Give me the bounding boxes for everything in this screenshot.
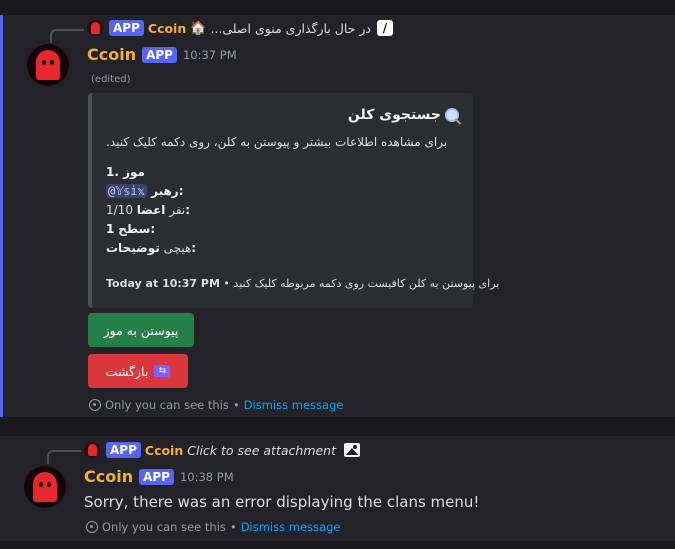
- avatar[interactable]: [27, 44, 69, 86]
- ephemeral-text: Only you can see this: [105, 398, 229, 412]
- eye-icon: [89, 399, 101, 411]
- dismiss-link[interactable]: Dismiss message: [244, 398, 344, 412]
- ephemeral-text: Only you can see this: [102, 520, 226, 534]
- embed-footer-text: برای پیوستن به کلن کافیست روی دکمه مربوط…: [233, 277, 500, 290]
- level-value: 1: [106, 222, 115, 236]
- message-header: Ccoin APP 10:38 PM: [84, 467, 234, 486]
- leader-row: @𝕐𝕤𝕚𝕩 رهبر:: [106, 182, 459, 201]
- ghost-icon: [90, 22, 100, 34]
- reply-text[interactable]: Click to see attachment: [187, 443, 336, 458]
- embed-title: جستجوی کلن: [106, 107, 459, 123]
- footer-separator: •: [223, 277, 234, 290]
- author-name[interactable]: Ccoin: [84, 467, 133, 486]
- avatar[interactable]: [24, 466, 66, 508]
- description-row: هیچی توضیحات:: [106, 239, 459, 258]
- message-body: Sorry, there was an error displaying the…: [84, 493, 480, 511]
- eye-icon: [86, 521, 98, 533]
- house-icon: 🏠: [190, 20, 207, 36]
- description-value: هیچی: [163, 241, 192, 255]
- ghost-icon: [33, 472, 57, 502]
- reply-username[interactable]: Ccoin: [145, 443, 183, 458]
- dismiss-link[interactable]: Dismiss message: [241, 520, 341, 534]
- back-button[interactable]: بازگشت ⇆: [88, 354, 188, 388]
- separator: •: [232, 398, 240, 412]
- message-2: APP Ccoin Click to see attachment Ccoin …: [0, 436, 675, 541]
- ghost-icon: [36, 50, 60, 80]
- embed-fields: 1. موز @𝕐𝕤𝕚𝕩 رهبر: 1/10 نفر اعضا: 1 سطح:…: [106, 163, 459, 258]
- join-clan-button[interactable]: پیوستن به موز: [88, 313, 194, 347]
- embed-description: برای مشاهده اطلاعات بیشتر و پیوستن به کل…: [106, 135, 448, 149]
- clan-name-row: 1. موز: [106, 163, 459, 182]
- slash-command-icon: /: [376, 20, 393, 36]
- reply-connector: [50, 29, 84, 43]
- back-label: بازگشت: [105, 363, 149, 379]
- back-arrows-icon: ⇆: [154, 365, 171, 377]
- level-row: 1 سطح:: [106, 220, 459, 239]
- join-clan-label: پیوستن به موز: [103, 322, 179, 338]
- app-badge: APP: [106, 442, 141, 458]
- reply-connector: [47, 450, 81, 464]
- timestamp: 10:37 PM: [182, 47, 237, 62]
- clan-embed: جستجوی کلن برای مشاهده اطلاعات بیشتر و پ…: [88, 93, 499, 308]
- reply-preview[interactable]: APP Ccoin 🏠 ...در حال بارگذاری منوی اصلی…: [87, 17, 393, 39]
- level-label: سطح:: [118, 222, 156, 236]
- image-icon: [344, 443, 361, 457]
- app-badge: APP: [142, 46, 177, 63]
- reply-text[interactable]: ...در حال بارگذاری منوی اصلی: [210, 21, 371, 36]
- app-badge: APP: [139, 468, 174, 485]
- embed-footer: Today at 10:37 PM • برای پیوستن به کلن ک…: [106, 277, 499, 290]
- embed-footer-time: Today at 10:37 PM: [106, 277, 220, 290]
- reply-username[interactable]: Ccoin: [148, 21, 186, 36]
- timestamp: 10:38 PM: [179, 469, 234, 484]
- embed-title-text: جستجوی کلن: [347, 107, 441, 123]
- ghost-icon: [87, 444, 97, 456]
- ephemeral-notice: Only you can see this • Dismiss message: [89, 398, 343, 412]
- message-header: Ccoin APP 10:37 PM: [87, 45, 237, 64]
- author-name[interactable]: Ccoin: [87, 45, 136, 64]
- reply-avatar[interactable]: [84, 442, 100, 458]
- leader-label: رهبر:: [151, 184, 184, 198]
- clan-name: 1. موز: [106, 165, 145, 179]
- edited-marker: (edited): [91, 74, 131, 85]
- message-1: APP Ccoin 🏠 ...در حال بارگذاری منوی اصلی…: [0, 15, 675, 417]
- reply-preview[interactable]: APP Ccoin Click to see attachment: [84, 439, 361, 461]
- members-row: 1/10 نفر اعضا:: [106, 201, 459, 220]
- ephemeral-notice: Only you can see this • Dismiss message: [86, 520, 340, 534]
- app-badge: APP: [109, 20, 144, 36]
- separator: •: [229, 520, 237, 534]
- reply-avatar[interactable]: [87, 20, 103, 36]
- magnifier-icon: [445, 108, 459, 122]
- leader-mention[interactable]: @𝕐𝕤𝕚𝕩: [106, 184, 148, 198]
